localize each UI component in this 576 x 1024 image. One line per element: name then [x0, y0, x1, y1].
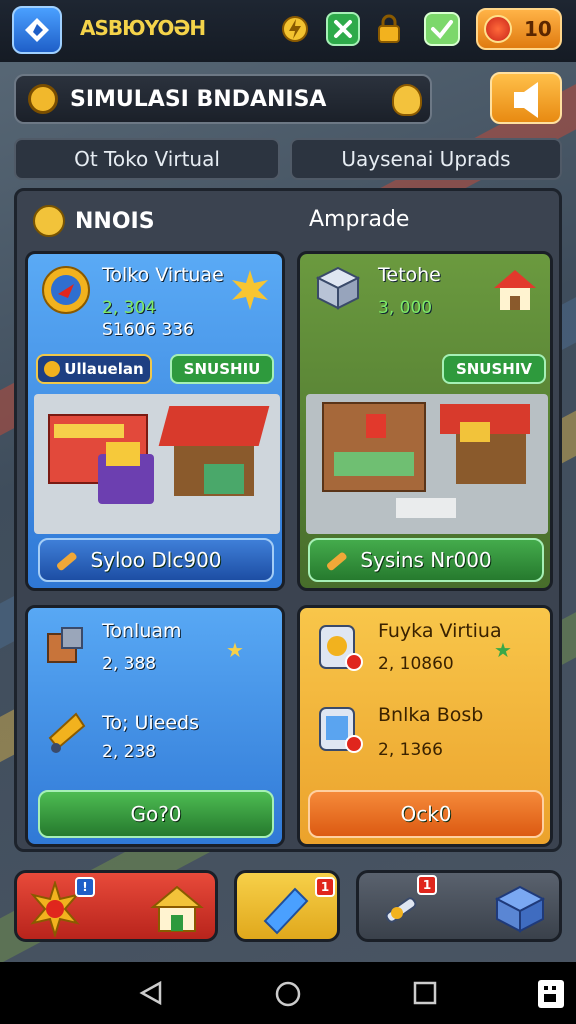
lock-icon[interactable] — [372, 12, 406, 46]
bottom-megaphone-button[interactable]: 1 — [234, 870, 340, 942]
coin-count: 10 — [524, 17, 552, 41]
bottom-tools-button[interactable]: 1 — [356, 870, 562, 942]
store-status-badge[interactable]: SNUSHIV — [442, 354, 546, 384]
recents-icon[interactable] — [412, 980, 438, 1006]
store-scene-green — [306, 394, 548, 534]
notification-badge: 1 — [315, 877, 335, 897]
system-nav-bar — [0, 962, 576, 1024]
store-tag-label: Ullauelan — [64, 360, 144, 378]
bottom-home-button[interactable]: ! — [14, 870, 218, 942]
horn-icon — [48, 712, 86, 753]
house-icon — [150, 885, 204, 932]
badge-icon — [42, 266, 90, 314]
pencil-icon — [56, 552, 77, 571]
store-card-green[interactable]: Tetohe 3, 000 SNUSHIV Sysins Nr000 — [297, 251, 553, 591]
item-value: 2, 238 — [102, 742, 157, 762]
search-icon[interactable] — [28, 84, 58, 114]
megaphone-icon — [263, 887, 309, 935]
store-status-badge[interactable]: SNUSHIU — [170, 354, 274, 384]
tablet-icon — [319, 707, 363, 753]
store-action-label: Sysins Nr000 — [360, 548, 492, 572]
pencil-icon — [326, 552, 347, 571]
notification-badge: ! — [75, 877, 95, 897]
items-orange-button[interactable]: Ock0 — [308, 790, 544, 838]
coin-icon — [484, 15, 512, 43]
item-name: Bnlka Bosb — [378, 704, 484, 726]
store-card-blue[interactable]: Tolko Virtuae 2, 304 S1606 336 Ullauelan… — [25, 251, 285, 591]
store-value: 3, 000 — [378, 298, 433, 318]
coin-icon — [44, 361, 61, 377]
store-subvalue: S1606 336 — [102, 320, 194, 340]
item-value: 2, 1366 — [378, 740, 443, 760]
title-banner: SIMULASI BNDANISA — [14, 74, 432, 124]
speaker-button[interactable] — [490, 72, 562, 124]
store-action-button[interactable]: Syloo Dlc900 — [38, 538, 274, 582]
house-icon — [494, 270, 536, 310]
store-action-button[interactable]: Sysins Nr000 — [308, 538, 544, 582]
item-name: Fuyka Virtiua — [378, 620, 502, 642]
item-name: To; Uieeds — [102, 712, 199, 734]
items-card-blue[interactable]: Tonluam 2, 388 ★ To; Uieeds 2, 238 Go?0 — [25, 605, 285, 847]
main-panel: NNOIS Amprade Tolko Virtuae 2, 304 S1606… — [14, 188, 562, 852]
item-value: 2, 388 — [102, 654, 157, 674]
keyboard-icon[interactable] — [536, 978, 566, 1010]
panel-heading-left-text: NNOIS — [75, 208, 155, 234]
speaker-icon — [514, 82, 538, 118]
crate-icon — [47, 627, 83, 663]
back-icon[interactable] — [138, 980, 164, 1006]
star-icon: ★ — [494, 638, 512, 662]
star-icon: ★ — [226, 638, 244, 662]
smiley-icon — [33, 205, 65, 237]
box-icon — [315, 266, 361, 310]
phone-icon — [319, 625, 363, 671]
panel-heading-left: NNOIS — [33, 205, 155, 237]
top-status-bar: ASBЮYOƏH 10 — [0, 0, 576, 62]
store-tag[interactable]: Ullauelan — [36, 354, 152, 384]
store-action-label: Syloo Dlc900 — [90, 548, 222, 572]
panel-heading-right: Amprade — [309, 207, 410, 232]
item-value: 2, 10860 — [378, 654, 454, 674]
app-back-icon[interactable] — [12, 6, 62, 54]
store-scene-blue — [34, 394, 280, 534]
tab-upgrades[interactable]: Uaysenai Uprads — [290, 138, 562, 180]
notification-badge: 1 — [417, 875, 437, 895]
cube-icon — [494, 885, 546, 933]
items-card-orange[interactable]: Fuyka Virtiua 2, 10860 ★ Bnlka Bosb 2, 1… — [297, 605, 553, 847]
mascot-icon — [392, 84, 422, 116]
store-value: 2, 304 — [102, 298, 157, 318]
clover-icon[interactable] — [326, 12, 360, 46]
check-icon[interactable] — [424, 12, 460, 46]
item-name: Tonluam — [102, 620, 182, 642]
app-title: ASBЮYOƏH — [80, 16, 206, 40]
store-name: Tetohe — [378, 264, 441, 286]
sun-icon — [232, 270, 268, 310]
coin-counter[interactable]: 10 — [476, 8, 562, 50]
home-icon[interactable] — [274, 980, 302, 1008]
store-name: Tolko Virtuae — [102, 264, 224, 286]
tab-virtual-store[interactable]: Ot Toko Virtual — [14, 138, 280, 180]
items-green-button[interactable]: Go?0 — [38, 790, 274, 838]
lightning-icon[interactable] — [278, 12, 312, 46]
page-title: SIMULASI BNDANISA — [70, 86, 327, 112]
